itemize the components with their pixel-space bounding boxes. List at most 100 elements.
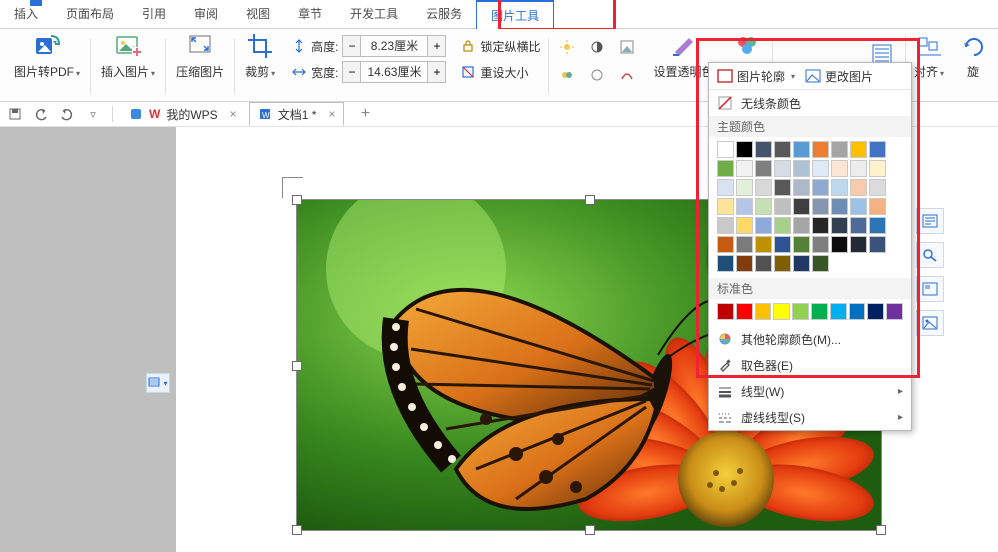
doc-tab-doc1-close[interactable]: × <box>322 107 335 121</box>
theme-color-swatch[interactable] <box>831 198 848 215</box>
btn-rotate[interactable]: 旋 <box>952 31 994 95</box>
width-decrement[interactable]: − <box>343 62 361 82</box>
theme-color-swatch[interactable] <box>793 236 810 253</box>
doc-tab-doc1[interactable]: W 文档1 * × <box>249 102 345 126</box>
theme-color-swatch[interactable] <box>793 141 810 158</box>
theme-color-swatch[interactable] <box>774 179 791 196</box>
theme-color-swatch[interactable] <box>736 160 753 177</box>
btn-lock-ratio[interactable]: 锁定纵横比 <box>460 35 540 57</box>
theme-color-swatch[interactable] <box>774 217 791 234</box>
theme-color-swatch[interactable] <box>850 236 867 253</box>
theme-color-swatch[interactable] <box>774 198 791 215</box>
theme-color-swatch[interactable] <box>736 141 753 158</box>
resize-handle-se[interactable] <box>876 525 886 535</box>
qat-redo-icon[interactable] <box>56 103 78 125</box>
popup-btn-outline[interactable]: 图片轮廓▾ <box>717 68 797 85</box>
theme-color-swatch[interactable] <box>850 198 867 215</box>
theme-color-swatch[interactable] <box>755 198 772 215</box>
side-tool-layout-icon[interactable] <box>916 276 944 302</box>
theme-color-swatch[interactable] <box>717 141 734 158</box>
menu-eyedropper[interactable]: 取色器(E) <box>709 352 911 378</box>
resize-handle-n[interactable] <box>585 195 595 205</box>
tab-picture-tools[interactable]: 图片工具 <box>476 0 554 30</box>
height-spinner[interactable]: − 8.23厘米 + <box>342 35 446 57</box>
theme-color-swatch[interactable] <box>831 160 848 177</box>
standard-color-swatch[interactable] <box>792 303 809 320</box>
width-spinner[interactable]: − 14.63厘米 + <box>342 61 446 83</box>
theme-color-swatch[interactable] <box>812 217 829 234</box>
standard-color-swatch[interactable] <box>849 303 866 320</box>
width-value[interactable]: 14.63厘米 <box>361 62 427 82</box>
theme-color-swatch[interactable] <box>717 179 734 196</box>
menu-line-type[interactable]: 线型(W) ▸ <box>709 378 911 404</box>
btn-compress-picture[interactable]: 压缩图片 <box>168 31 232 95</box>
tab-view[interactable]: 视图 <box>232 0 284 28</box>
qat-save-icon[interactable] <box>4 103 26 125</box>
theme-color-swatch[interactable] <box>812 160 829 177</box>
theme-color-swatch[interactable] <box>793 255 810 272</box>
theme-color-swatch[interactable] <box>736 179 753 196</box>
standard-color-swatch[interactable] <box>755 303 772 320</box>
theme-color-swatch[interactable] <box>812 236 829 253</box>
theme-color-swatch[interactable] <box>869 160 886 177</box>
resize-handle-nw[interactable] <box>292 195 302 205</box>
side-tool-zoom-icon[interactable] <box>916 242 944 268</box>
effect1-icon[interactable] <box>555 63 579 87</box>
btn-insert-picture[interactable]: 插入图片▾ <box>93 31 163 95</box>
popup-btn-change-picture[interactable]: 更改图片 <box>805 68 873 85</box>
theme-color-swatch[interactable] <box>869 198 886 215</box>
theme-color-swatch[interactable] <box>755 141 772 158</box>
theme-color-swatch[interactable] <box>755 255 772 272</box>
side-tool-properties-icon[interactable] <box>916 208 944 234</box>
side-tool-image-icon[interactable] <box>916 310 944 336</box>
theme-color-swatch[interactable] <box>717 255 734 272</box>
theme-color-swatch[interactable] <box>774 255 791 272</box>
theme-color-swatch[interactable] <box>755 217 772 234</box>
theme-color-swatch[interactable] <box>831 141 848 158</box>
theme-color-swatch[interactable] <box>869 236 886 253</box>
theme-color-swatch[interactable] <box>717 198 734 215</box>
theme-color-swatch[interactable] <box>774 160 791 177</box>
theme-color-swatch[interactable] <box>755 160 772 177</box>
theme-color-swatch[interactable] <box>774 236 791 253</box>
theme-color-swatch[interactable] <box>717 236 734 253</box>
qat-more-icon[interactable]: ▿ <box>82 103 104 125</box>
theme-color-swatch[interactable] <box>850 160 867 177</box>
brightness-icon[interactable] <box>555 35 579 59</box>
height-value[interactable]: 8.23厘米 <box>361 36 427 56</box>
btn-image-to-pdf[interactable]: 图片转PDF▾ <box>6 31 88 95</box>
tab-cloud[interactable]: 云服务 <box>412 0 476 28</box>
theme-color-swatch[interactable] <box>869 217 886 234</box>
standard-color-swatch[interactable] <box>773 303 790 320</box>
theme-color-swatch[interactable] <box>755 179 772 196</box>
resize-handle-s[interactable] <box>585 525 595 535</box>
contrast-icon[interactable] <box>585 35 609 59</box>
recolor-icon[interactable] <box>615 35 639 59</box>
theme-color-swatch[interactable] <box>812 141 829 158</box>
menu-no-line-color[interactable]: 无线条颜色 <box>709 90 911 116</box>
height-decrement[interactable]: − <box>343 36 361 56</box>
theme-color-swatch[interactable] <box>736 255 753 272</box>
theme-color-swatch[interactable] <box>831 236 848 253</box>
qat-undo-icon[interactable] <box>30 103 52 125</box>
theme-color-swatch[interactable] <box>812 255 829 272</box>
theme-color-swatch[interactable] <box>812 198 829 215</box>
theme-color-swatch[interactable] <box>736 217 753 234</box>
tab-references[interactable]: 引用 <box>128 0 180 28</box>
standard-color-swatch[interactable] <box>830 303 847 320</box>
menu-more-colors[interactable]: 其他轮廓颜色(M)... <box>709 326 911 352</box>
theme-color-swatch[interactable] <box>869 141 886 158</box>
tab-developer[interactable]: 开发工具 <box>336 0 412 28</box>
effect3-icon[interactable] <box>615 63 639 87</box>
theme-color-swatch[interactable] <box>793 179 810 196</box>
btn-align[interactable]: 对齐▾ <box>908 31 950 95</box>
height-increment[interactable]: + <box>427 36 445 56</box>
theme-color-swatch[interactable] <box>736 198 753 215</box>
theme-color-swatch[interactable] <box>850 217 867 234</box>
effect2-icon[interactable] <box>585 63 609 87</box>
standard-color-swatch[interactable] <box>811 303 828 320</box>
doc-tab-mywps-close[interactable]: × <box>224 107 237 121</box>
theme-color-swatch[interactable] <box>793 198 810 215</box>
theme-color-swatch[interactable] <box>869 179 886 196</box>
theme-color-swatch[interactable] <box>736 236 753 253</box>
